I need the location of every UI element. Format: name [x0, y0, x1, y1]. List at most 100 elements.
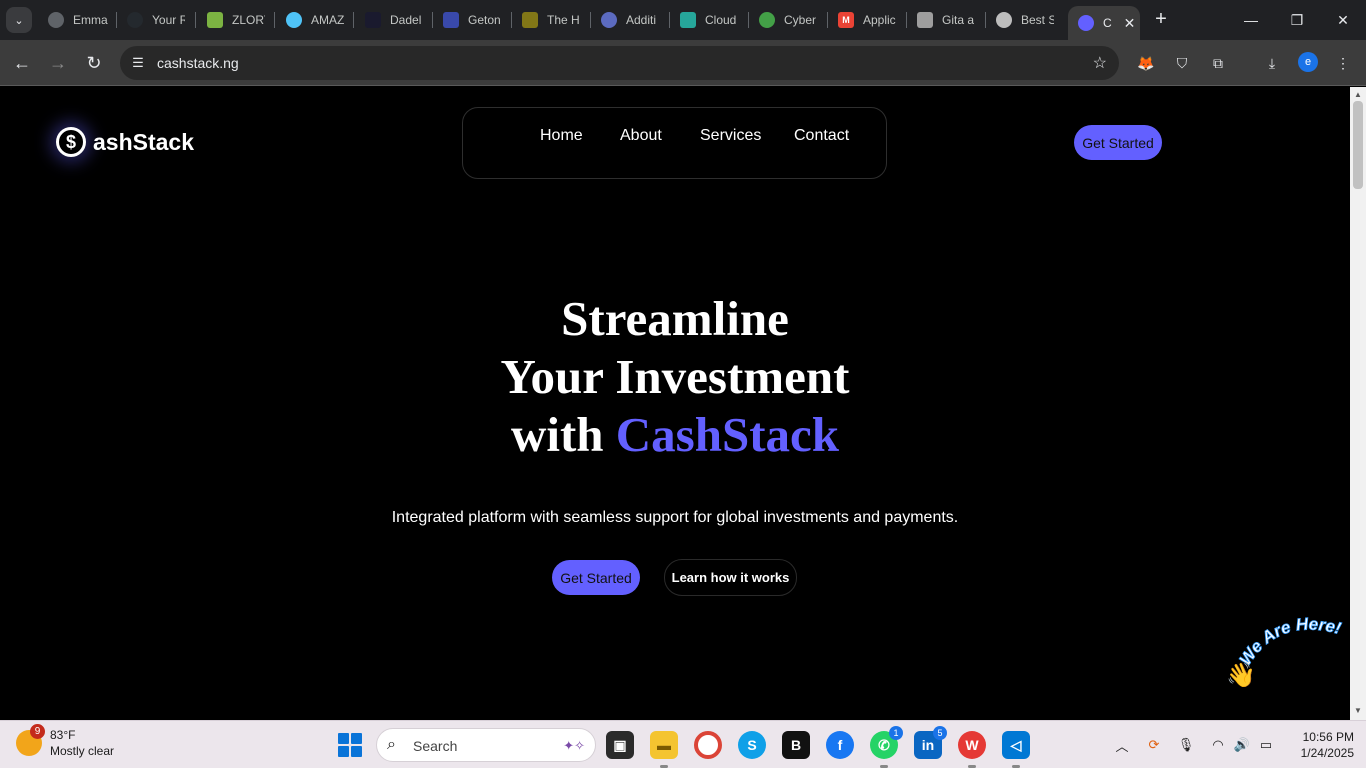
vscode-icon[interactable]: ◁: [1002, 731, 1030, 768]
nav-about-link[interactable]: About: [620, 127, 662, 145]
profile-avatar[interactable]: e: [1298, 52, 1318, 72]
tab-separator: [116, 12, 117, 28]
download-icon[interactable]: ⤓: [1261, 52, 1283, 74]
volume-icon[interactable]: 🔊: [1232, 735, 1252, 755]
geton-icon: [443, 12, 459, 28]
file-explorer-icon[interactable]: ▬: [650, 731, 678, 768]
extensions-puzzle-icon[interactable]: ⧉: [1207, 52, 1229, 74]
tab-separator: [906, 12, 907, 28]
browser-tab[interactable]: Additi: [601, 6, 659, 34]
scroll-down-icon[interactable]: ▼: [1353, 706, 1363, 716]
cyber-icon: [759, 12, 775, 28]
scroll-up-icon[interactable]: ▲: [1353, 90, 1363, 100]
show-hidden-icons-chevron-icon[interactable]: ︿: [1112, 735, 1132, 755]
microphone-icon[interactable]: 🎙: [1176, 735, 1196, 755]
tab-label: Cyber: [784, 13, 817, 27]
address-bar[interactable]: ☰ cashstack.ng ☆: [120, 46, 1119, 80]
weather-widget[interactable]: 9 83°F Mostly clear: [16, 724, 114, 759]
zlory-icon: [207, 12, 223, 28]
site-logo[interactable]: $ ashStack: [56, 125, 194, 159]
menu-kebab-icon[interactable]: ⋮: [1332, 52, 1354, 74]
tab-label: Gita a: [942, 13, 975, 27]
taskbar-search-placeholder: Search: [413, 738, 458, 754]
back-button[interactable]: ←: [9, 50, 35, 76]
additi-icon: [601, 12, 617, 28]
nav-home-link[interactable]: Home: [540, 127, 583, 145]
page-scrollbar[interactable]: ▲ ▼: [1350, 87, 1366, 720]
browser-tab[interactable]: Emma: [48, 6, 108, 34]
close-window-button[interactable]: ✕: [1320, 0, 1366, 40]
site-info-icon[interactable]: ☰: [128, 53, 148, 73]
whatsapp-count-badge: 1: [889, 726, 903, 740]
taskbar-search[interactable]: ⌕ Search ✦✧: [376, 728, 596, 762]
browser-tab[interactable]: Best S: [996, 6, 1054, 34]
system-clock[interactable]: 10:56 PM 1/24/2025: [1284, 729, 1354, 761]
clock-time: 10:56 PM: [1302, 730, 1354, 744]
browser-tab[interactable]: Gita a: [917, 6, 975, 34]
tab-label: Best S: [1021, 13, 1054, 27]
new-tab-button[interactable]: +: [1150, 8, 1172, 30]
minimize-button[interactable]: —: [1228, 0, 1274, 40]
close-tab-icon[interactable]: ✕: [1124, 15, 1136, 32]
tab-separator: [827, 12, 828, 28]
browser-toolbar: ← → ↻ ☰ cashstack.ng ☆ 🦊 ⛉ ⧉ ⤓ e ⋮: [0, 40, 1366, 86]
windows-taskbar: 9 83°F Mostly clear ⌕ Search ✦✧ ▣ ▬ S B …: [0, 720, 1366, 768]
tab-label: Additi: [626, 13, 657, 27]
github-icon: [127, 12, 143, 28]
page-viewport: $ ashStack Home About Services Contact G…: [0, 87, 1350, 720]
browser-tab[interactable]: ZLORY: [207, 6, 265, 34]
tab-separator: [353, 12, 354, 28]
task-view-icon[interactable]: ▣: [606, 731, 634, 759]
main-nav: Home About Services Contact: [462, 107, 887, 179]
waving-hand-icon: 👋: [1226, 662, 1256, 689]
browser-tab-active[interactable]: C ✕: [1068, 6, 1140, 40]
learn-how-it-works-button[interactable]: Learn how it works: [664, 559, 797, 596]
browser-tab[interactable]: The H: [522, 6, 580, 34]
sync-icon[interactable]: ⟳: [1144, 735, 1164, 755]
browser-tab[interactable]: AMAZ: [286, 6, 344, 34]
wps-office-icon[interactable]: W: [958, 731, 986, 768]
whatsapp-icon[interactable]: ✆ 1: [870, 726, 903, 768]
linkedin-icon[interactable]: in 5: [914, 726, 947, 759]
browser-tab[interactable]: Geton: [443, 6, 501, 34]
we-are-here-chat-badge[interactable]: We Are Here! 👋: [1222, 605, 1350, 695]
weather-badge: 9: [30, 724, 45, 739]
cashstack-icon: [1078, 15, 1094, 31]
url-text[interactable]: cashstack.ng: [157, 55, 239, 71]
wifi-icon[interactable]: ◠: [1208, 735, 1228, 755]
browser-tab[interactable]: Cyber: [759, 6, 817, 34]
metamask-icon[interactable]: 🦊: [1135, 52, 1157, 74]
battery-icon[interactable]: ▭: [1256, 735, 1276, 755]
tab-separator: [274, 12, 275, 28]
scrollbar-thumb[interactable]: [1353, 101, 1363, 189]
search-icon: ⌕: [387, 736, 396, 753]
tab-search-button[interactable]: ⌄: [6, 7, 32, 33]
hero-subtitle: Integrated platform with seamless suppor…: [391, 509, 959, 526]
header-get-started-button[interactable]: Get Started: [1074, 125, 1162, 160]
skype-icon[interactable]: S: [738, 731, 766, 759]
browser-tab[interactable]: Your R: [127, 6, 185, 34]
shield-extension-icon[interactable]: ⛉: [1171, 52, 1193, 74]
browser-tab[interactable]: Dadel: [365, 6, 423, 34]
cloud-icon: [680, 12, 696, 28]
nav-services-link[interactable]: Services: [700, 127, 761, 145]
bolt-b-icon[interactable]: B: [782, 731, 810, 759]
nav-contact-link[interactable]: Contact: [794, 127, 849, 145]
tab-separator: [195, 12, 196, 28]
bookmark-star-icon[interactable]: ☆: [1093, 53, 1107, 73]
browser-tab[interactable]: M Applic: [838, 6, 896, 34]
chrome-taskbar-icon[interactable]: [694, 731, 722, 759]
tab-label: Emma: [73, 13, 108, 27]
facebook-icon[interactable]: f: [826, 731, 854, 759]
tab-label: Dadel: [390, 13, 422, 27]
restore-button[interactable]: ❐: [1274, 0, 1320, 40]
hero-get-started-button[interactable]: Get Started: [552, 560, 640, 595]
dadel-icon: [365, 12, 381, 28]
tab-separator: [511, 12, 512, 28]
browser-tab[interactable]: Cloud: [680, 6, 738, 34]
best-s-icon: [996, 12, 1012, 28]
start-windows-icon[interactable]: [338, 733, 362, 757]
amaz-icon: [286, 12, 302, 28]
forward-button[interactable]: →: [45, 50, 71, 76]
reload-button[interactable]: ↻: [81, 50, 107, 76]
